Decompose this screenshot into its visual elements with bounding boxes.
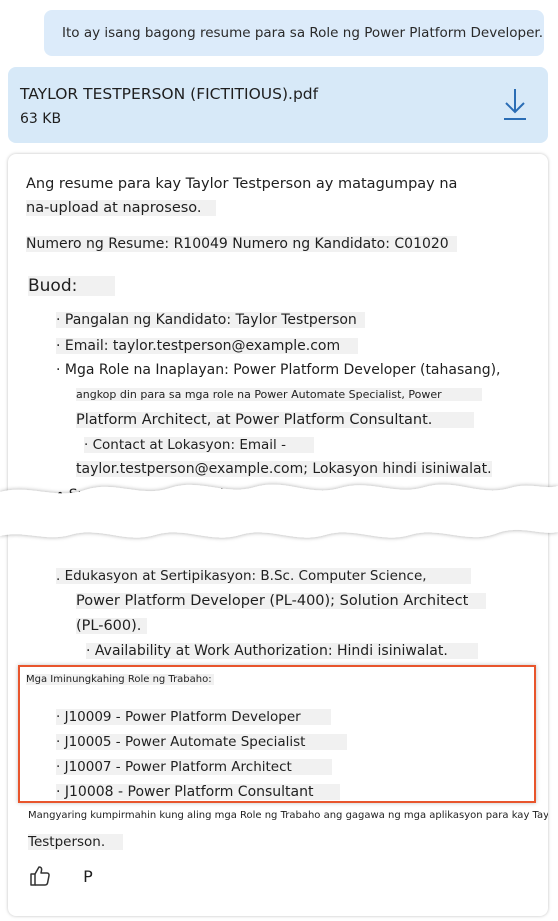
recommended-roles-heading: Mga Iminungkahing Role ng Trabaho: [26, 674, 214, 685]
education-line1: . Edukasyon at Sertipikasyon: B.Sc. Comp… [56, 568, 471, 584]
availability-line: · Availability at Work Authorization: Hi… [86, 643, 478, 659]
summary-partial-line: • Summ erienced with over 9 [56, 487, 352, 503]
recommended-role-3: · J10007 - Power Platform Architect [56, 759, 332, 775]
education-line3: (PL-600). [76, 618, 148, 634]
user-message-text: Ito ay isang bagong resume para sa Role … [62, 25, 544, 41]
recommended-role-1: · J10009 - Power Platform Developer [56, 709, 331, 725]
attachment-file-name: TAYLOR TESTPERSON (FICTITIOUS).pdf [20, 85, 319, 103]
summary-heading: Buod: [28, 276, 116, 296]
education-line2: Power Platform Developer (PL-400); Solut… [76, 593, 487, 609]
recommended-role-4: · J10008 - Power Platform Consultant [56, 784, 340, 800]
attachment-card[interactable]: TAYLOR TESTPERSON (FICTITIOUS).pdf 63 KB [8, 67, 548, 143]
like-button[interactable] [26, 862, 54, 890]
candidate-name: · Pangalan ng Kandidato: Taylor Testpers… [56, 312, 365, 328]
contact-line2: taylor.testperson@example.com; Lokasyon … [76, 461, 492, 477]
download-button[interactable] [500, 85, 530, 123]
contact-line1: · Contact at Lokasyon: Email - [84, 437, 314, 453]
download-icon [504, 89, 526, 120]
bullet-dot-icon: • [56, 487, 69, 503]
reply-ids: Numero ng Resume: R10049 Numero ng Kandi… [26, 236, 457, 252]
user-message-bubble: Ito ay isang bagong resume para sa Role … [44, 10, 544, 56]
candidate-email: · Email: taylor.testperson@example.com [56, 338, 359, 354]
reply-actions: P [26, 862, 102, 890]
roles-line2: angkop din para sa mga role na Power Aut… [76, 388, 482, 401]
attachment-file-size: 63 KB [20, 111, 62, 127]
assistant-reply-card: Ang resume para kay Taylor Testperson ay… [8, 154, 548, 916]
recommended-role-2: · J10005 - Power Automate Specialist [56, 734, 348, 750]
roles-line3: Platform Architect, at Power Platform Co… [76, 412, 475, 428]
thumbs-up-icon [30, 866, 50, 886]
roles-line1: · Mga Role na Inaplayan: Power Platform … [56, 362, 501, 378]
footer-line2: Testperson. [28, 834, 124, 850]
reply-intro-line2: na-upload at naproseso. [26, 200, 216, 216]
reply-intro-line1: Ang resume para kay Taylor Testperson ay… [26, 176, 458, 192]
footer-line1: Mangyaring kumpirmahin kung aling mga Ro… [28, 810, 548, 821]
recommended-roles-box: Mga Iminungkahing Role ng Trabaho: · J10… [18, 665, 536, 803]
p-button[interactable]: P [74, 862, 102, 890]
